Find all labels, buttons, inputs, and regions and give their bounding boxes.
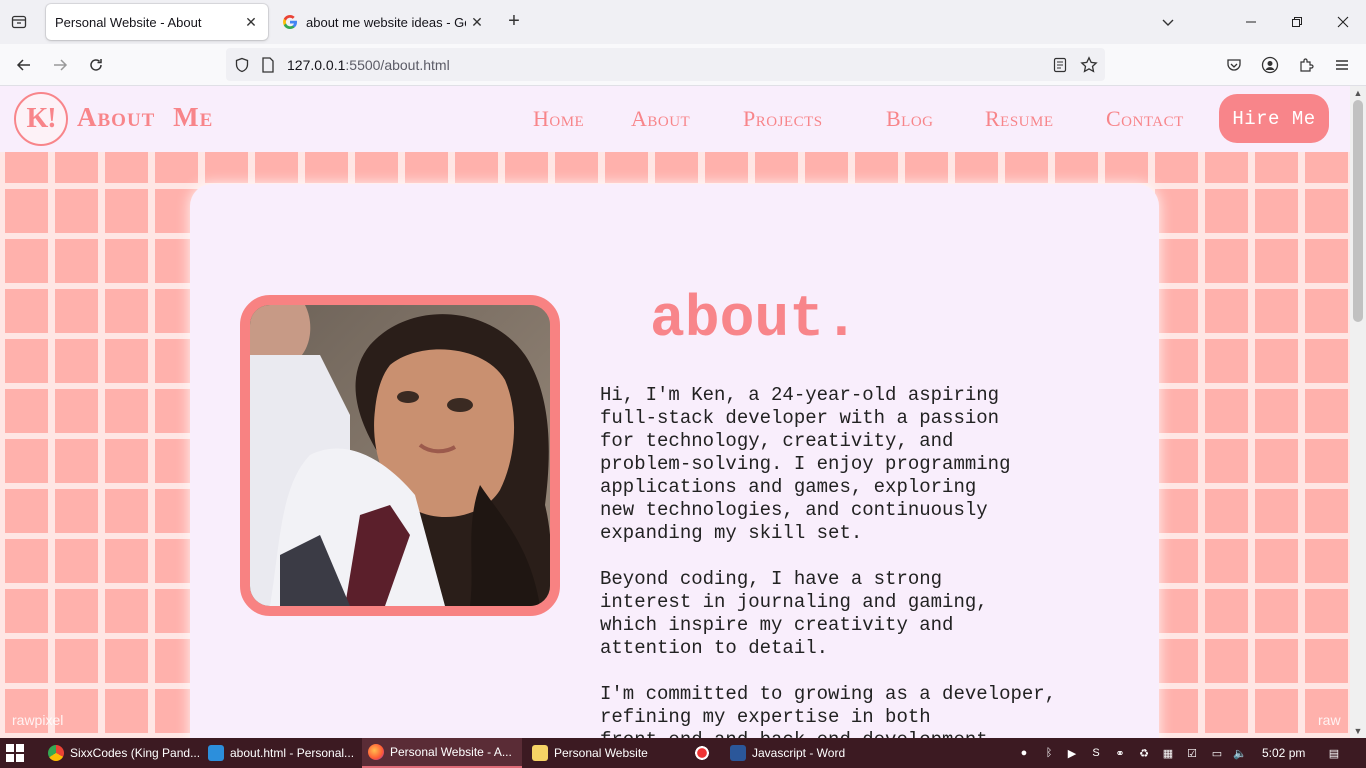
browser-toolbar: 127.0.0.1:5500/about.html xyxy=(0,44,1366,86)
taskbar-item-label: SixxCodes (King Pand... xyxy=(70,746,200,760)
windows-taskbar: SixxCodes (King Pand... about.html - Per… xyxy=(0,738,1366,768)
close-icon[interactable]: ✕ xyxy=(240,11,262,33)
scroll-up-icon[interactable]: ▲ xyxy=(1353,88,1363,98)
windows-start-icon[interactable] xyxy=(6,744,26,764)
reload-icon[interactable] xyxy=(82,52,110,78)
scroll-down-icon[interactable]: ▼ xyxy=(1353,726,1363,736)
tab-list-icon[interactable] xyxy=(8,11,30,33)
volume-icon[interactable]: 🔈 xyxy=(1232,745,1248,761)
tab-title: Personal Website - About xyxy=(55,14,202,30)
account-icon[interactable] xyxy=(1256,52,1284,78)
back-arrow-icon[interactable] xyxy=(10,52,38,78)
link-icon[interactable]: ⚭ xyxy=(1112,745,1128,761)
grid-app-icon[interactable]: ▦ xyxy=(1160,745,1176,761)
bio-paragraph: Hi, I'm Ken, a 24-year-old aspiring full… xyxy=(600,384,1011,544)
pocket-icon[interactable] xyxy=(1220,52,1248,78)
checkbox-app-icon[interactable]: ☑ xyxy=(1184,745,1200,761)
nav-link-home[interactable]: Home xyxy=(533,106,584,132)
close-icon[interactable]: ✕ xyxy=(466,11,488,33)
google-icon xyxy=(283,15,297,29)
forward-arrow-icon[interactable] xyxy=(46,52,74,78)
taskbar-item-chrome[interactable]: SixxCodes (King Pand... xyxy=(42,738,200,768)
extensions-icon[interactable] xyxy=(1292,52,1320,78)
play-icon[interactable]: ▶ xyxy=(1064,745,1080,761)
taskbar-item-label: Javascript - Word xyxy=(752,746,846,760)
reader-view-icon[interactable] xyxy=(1050,55,1070,75)
bluetooth-icon[interactable]: ᛒ xyxy=(1041,745,1057,761)
steam-icon[interactable]: ● xyxy=(1016,745,1032,761)
notifications-icon[interactable]: ▤ xyxy=(1326,745,1342,761)
nav-link-about[interactable]: About xyxy=(631,106,690,132)
about-heading: about. xyxy=(650,288,859,353)
watermark: rawpixel xyxy=(12,712,64,728)
taskbar-item-recorder[interactable] xyxy=(688,738,722,768)
taskbar-item-vscode[interactable]: about.html - Personal... xyxy=(202,738,360,768)
restore-icon[interactable] xyxy=(1274,0,1320,44)
url-path: :5500/about.html xyxy=(345,56,450,73)
folder-icon xyxy=(532,745,548,761)
address-bar[interactable]: 127.0.0.1:5500/about.html xyxy=(226,48,1105,81)
tab-title: about me website ideas - Goog xyxy=(306,14,466,30)
tab-personal-website[interactable]: Personal Website - About ✕ xyxy=(46,4,268,40)
taskbar-item-word[interactable]: Javascript - Word xyxy=(724,738,874,768)
taskbar-item-explorer[interactable]: Personal Website xyxy=(526,738,686,768)
tab-google-search[interactable]: about me website ideas - Goog ✕ xyxy=(274,4,494,40)
nav-link-resume[interactable]: Resume xyxy=(985,106,1054,132)
page-scrollbar[interactable]: ▲ ▼ xyxy=(1350,86,1366,738)
watermark-right: raw xyxy=(1318,712,1341,728)
about-bio: Hi, I'm Ken, a 24-year-old aspiring full… xyxy=(600,384,1120,738)
taskbar-clock[interactable]: 5:02 pm xyxy=(1262,746,1305,760)
page-viewport: rawpixel raw K! About Me Home About Proj… xyxy=(0,86,1350,738)
bio-paragraph: Beyond coding, I have a strong interest … xyxy=(600,568,988,659)
shield-icon[interactable] xyxy=(232,55,252,75)
firefox-icon xyxy=(368,744,384,760)
minimize-icon[interactable] xyxy=(1228,0,1274,44)
menu-icon[interactable] xyxy=(1328,52,1356,78)
close-window-icon[interactable] xyxy=(1320,0,1366,44)
site-title: About Me xyxy=(77,102,214,132)
scroll-thumb[interactable] xyxy=(1353,100,1363,322)
new-tab-icon[interactable]: + xyxy=(503,11,525,33)
nav-link-blog[interactable]: Blog xyxy=(886,106,934,132)
vscode-icon xyxy=(208,745,224,761)
page-icon[interactable] xyxy=(258,55,278,75)
profile-photo xyxy=(240,295,560,616)
url-host: 127.0.0.1 xyxy=(287,56,346,73)
url-text: 127.0.0.1:5500/about.html xyxy=(287,57,450,73)
tab-bar: Personal Website - About ✕ about me webs… xyxy=(0,0,1366,44)
taskbar-item-label: Personal Website - A... xyxy=(390,745,512,759)
word-icon xyxy=(730,745,746,761)
skype-icon[interactable]: S xyxy=(1088,745,1104,761)
record-icon xyxy=(694,745,710,761)
taskbar-item-label: Personal Website xyxy=(554,746,648,760)
recycle-icon[interactable]: ♻ xyxy=(1136,745,1152,761)
site-header: K! About Me Home About Projects Blog Res… xyxy=(0,86,1350,152)
taskbar-item-firefox[interactable]: Personal Website - A... xyxy=(362,738,522,768)
nav-link-projects[interactable]: Projects xyxy=(743,106,823,132)
network-icon[interactable]: ▭ xyxy=(1209,745,1225,761)
chrome-icon xyxy=(48,745,64,761)
hire-me-button[interactable]: Hire Me xyxy=(1219,94,1329,143)
about-card: about. Hi, I'm Ken, a 24-year-old aspiri… xyxy=(190,184,1159,738)
site-logo[interactable]: K! xyxy=(14,92,68,146)
nav-link-contact[interactable]: Contact xyxy=(1106,106,1184,132)
chevron-down-icon[interactable] xyxy=(1145,0,1191,44)
logo-text: K! xyxy=(26,103,56,134)
bio-paragraph: I'm committed to growing as a developer,… xyxy=(600,683,1057,738)
bookmark-star-icon[interactable] xyxy=(1079,55,1099,75)
taskbar-item-label: about.html - Personal... xyxy=(230,746,355,760)
